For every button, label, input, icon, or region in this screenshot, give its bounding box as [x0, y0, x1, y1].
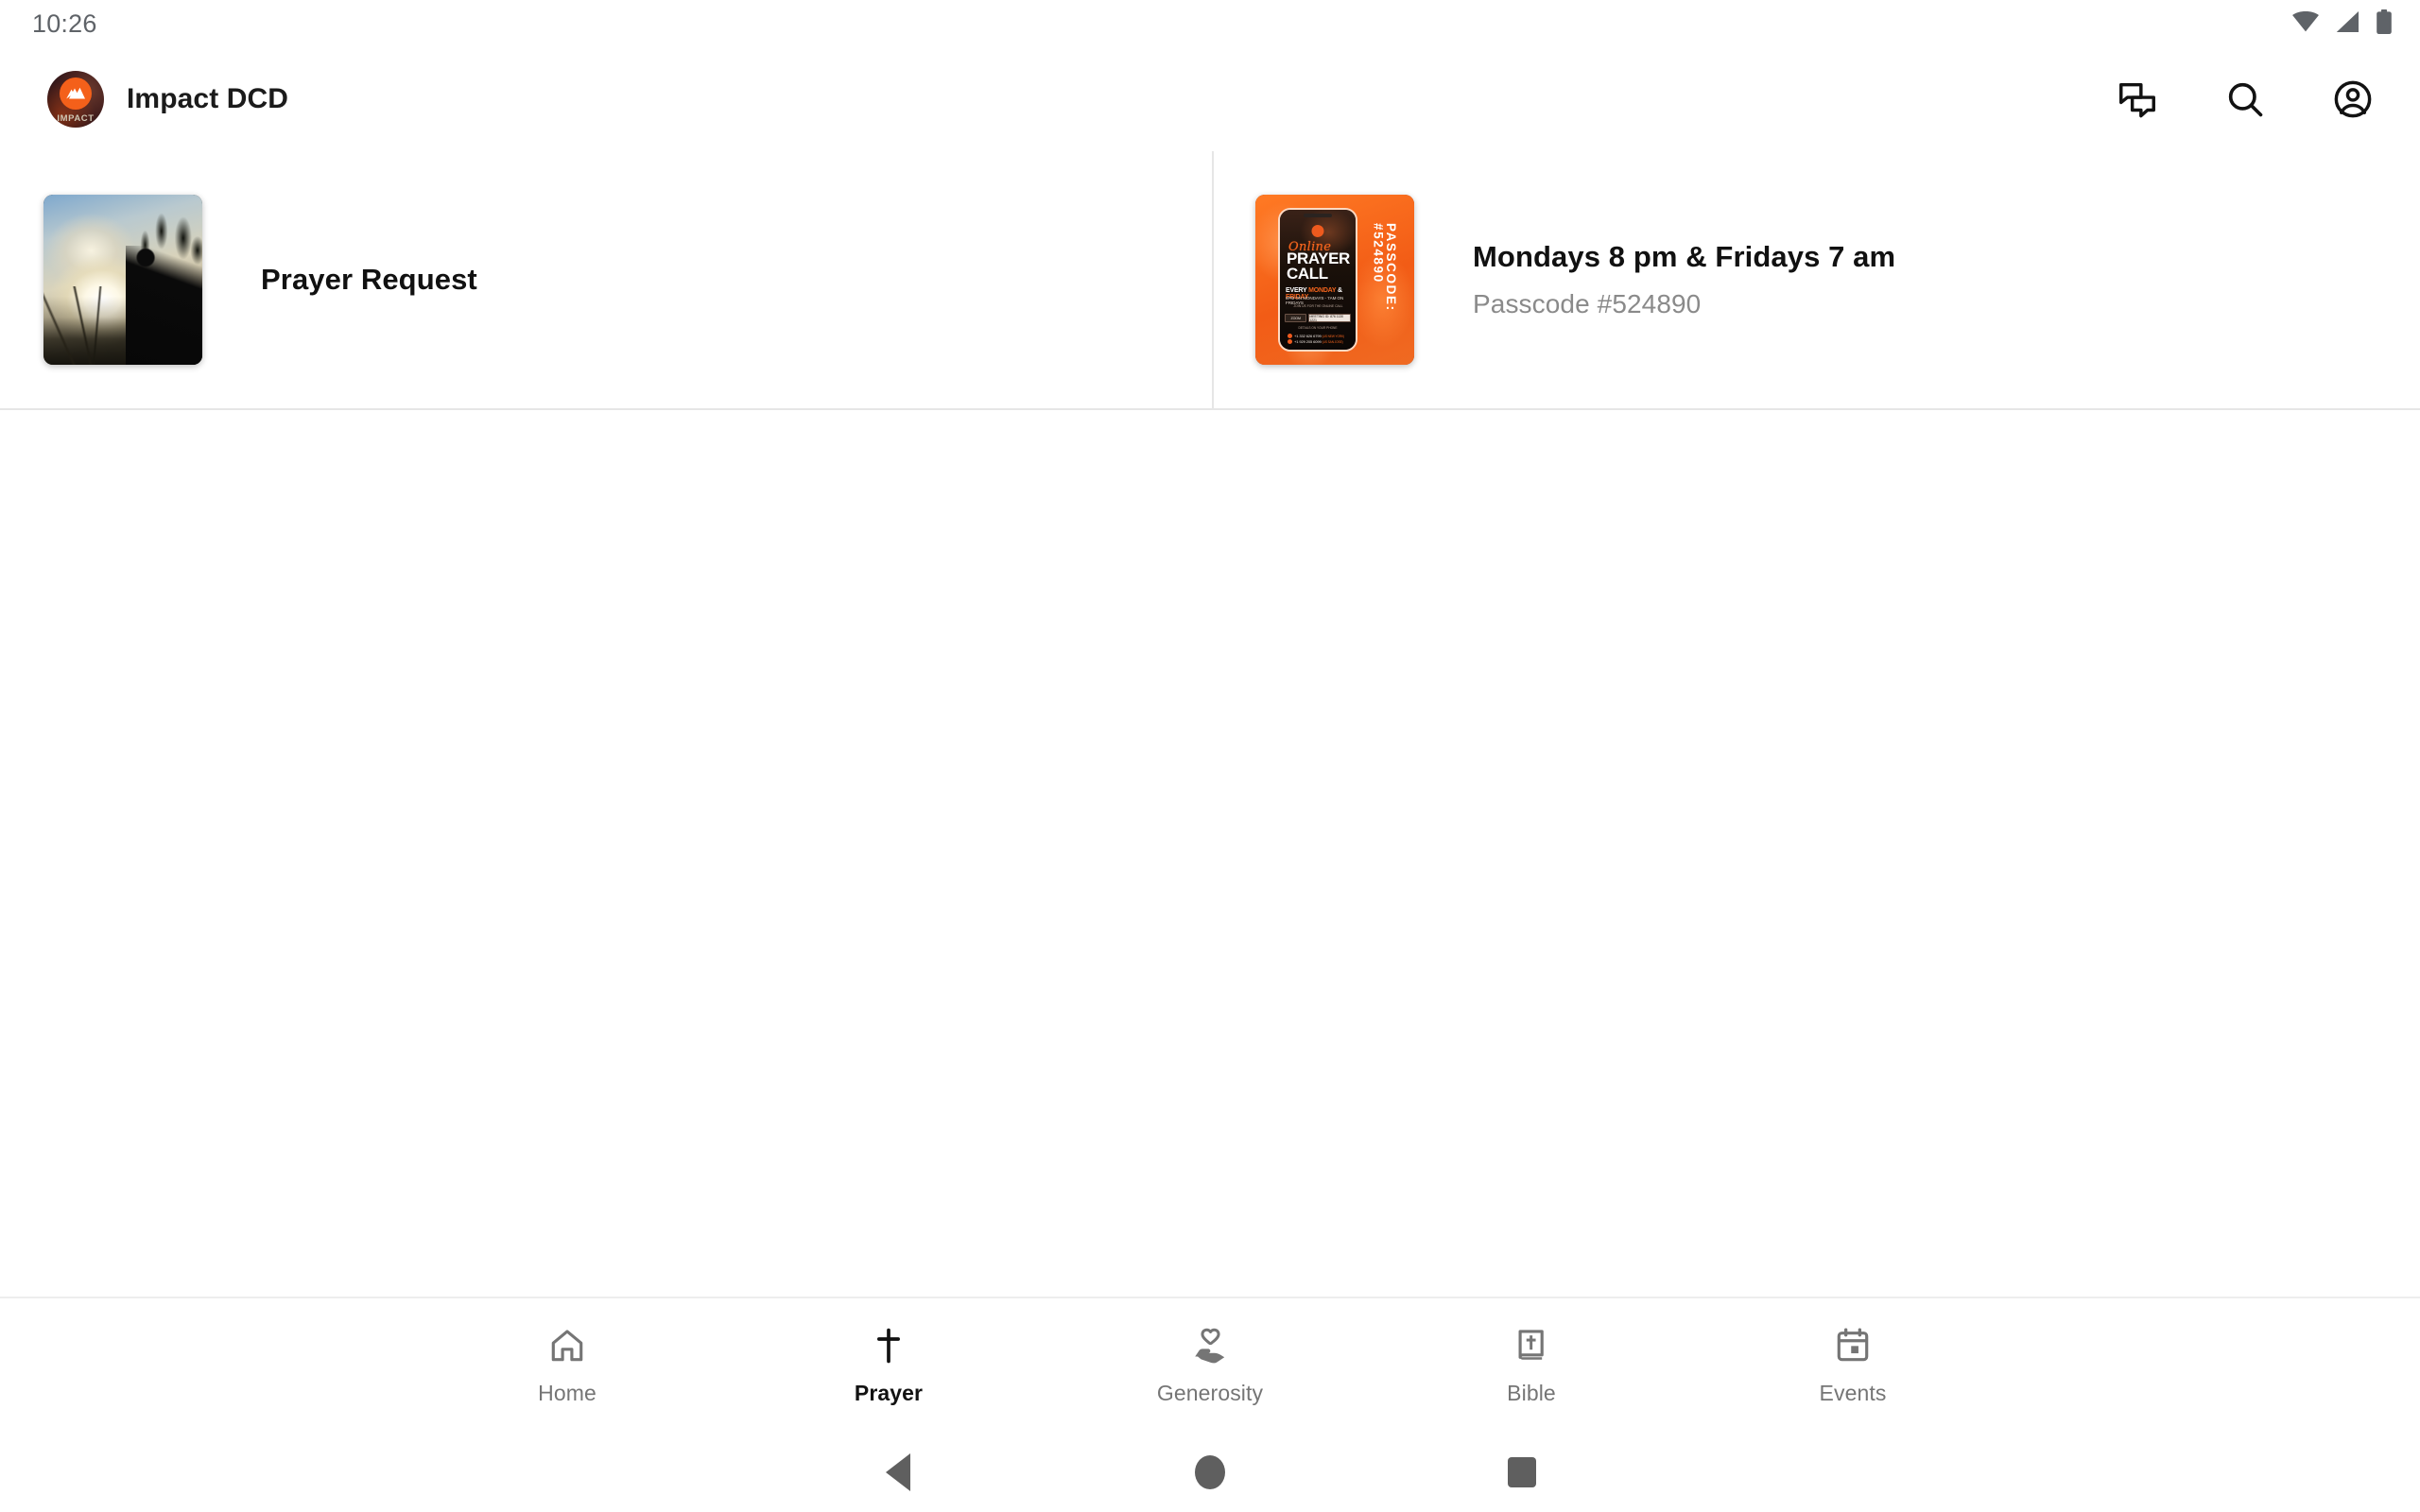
prayer-silhouette-photo [43, 195, 202, 365]
nav-label-bible: Bible [1507, 1380, 1556, 1405]
flyer-meeting-row: ZOOM MEETING ID: 876 1130 1221 [1285, 314, 1351, 322]
nav-label-events: Events [1819, 1380, 1887, 1405]
online-prayer-call-flyer: Online PRAYER CALL EVERY MONDAY & FRIDAY… [1255, 195, 1414, 365]
app-bar: IMPACT Impact DCD [0, 47, 2420, 151]
nav-label-generosity: Generosity [1156, 1380, 1264, 1405]
hand-heart-icon [1190, 1326, 1230, 1370]
app-bar-actions [2112, 74, 2378, 125]
flyer-divider-text: DETAILS ON YOUR PHONE [1298, 326, 1338, 330]
home-icon [547, 1326, 587, 1370]
search-icon[interactable] [2220, 74, 2271, 125]
flyer-chip-meeting-id: MEETING ID: 876 1130 1221 [1308, 314, 1351, 322]
home-button[interactable] [1054, 1433, 1366, 1512]
impact-logo-icon: IMPACT [47, 71, 104, 128]
content-area: Prayer Request Online PRAYER CALL EVERY … [0, 151, 2420, 410]
nav-item-bible[interactable]: Bible [1371, 1298, 1692, 1433]
battery-icon [2377, 9, 2392, 39]
status-bar-icons [2291, 9, 2392, 39]
prayer-call-card[interactable]: Online PRAYER CALL EVERY MONDAY & FRIDAY… [1212, 151, 2420, 408]
android-system-navigation [0, 1433, 2420, 1512]
prayer-call-text: Mondays 8 pm & Fridays 7 am Passcode #52… [1473, 240, 1895, 319]
recents-square-icon [1508, 1457, 1536, 1487]
prayer-request-card[interactable]: Prayer Request [0, 151, 1212, 408]
messages-icon[interactable] [2112, 74, 2163, 125]
prayer-call-title: Mondays 8 pm & Fridays 7 am [1473, 240, 1896, 273]
prayer-call-passcode: Passcode #524890 [1473, 289, 1702, 318]
home-circle-icon [1195, 1455, 1225, 1489]
back-triangle-icon [886, 1453, 910, 1491]
flyer-headline-2: CALL [1287, 265, 1328, 283]
calendar-icon [1833, 1326, 1873, 1370]
nav-item-home[interactable]: Home [406, 1298, 728, 1433]
flyer-subtext: JOIN US FOR THE ONLINE CALL [1293, 304, 1343, 308]
prayer-request-text: Prayer Request [261, 263, 477, 297]
wifi-icon [2291, 10, 2320, 37]
status-bar-time: 10:26 [32, 9, 97, 38]
logo-wordmark: IMPACT [57, 112, 95, 124]
recents-button[interactable] [1366, 1433, 1678, 1512]
app-brand: IMPACT Impact DCD [47, 71, 288, 128]
flyer-passcode-vertical: PASSCODE: #524890 [1371, 223, 1399, 312]
nav-label-home: Home [538, 1380, 596, 1405]
nav-item-prayer[interactable]: Prayer [728, 1298, 1049, 1433]
flyer-phone-numbers: +1 332 626 6799 (US NEW YORK) +1 929 205… [1288, 334, 1350, 345]
cellular-signal-icon [2335, 10, 2361, 37]
app-title: Impact DCD [127, 83, 289, 114]
back-button[interactable] [742, 1433, 1054, 1512]
impact-mountain-mark-icon [66, 87, 85, 99]
cross-icon [869, 1326, 908, 1370]
nav-label-prayer: Prayer [854, 1380, 924, 1405]
flyer-phone-mockup: Online PRAYER CALL EVERY MONDAY & FRIDAY… [1278, 208, 1357, 352]
status-bar: 10:26 [0, 0, 2420, 47]
account-icon[interactable] [2327, 74, 2378, 125]
flyer-logo-icon [1311, 225, 1324, 237]
bible-book-icon [1512, 1326, 1551, 1370]
prayer-request-title: Prayer Request [261, 263, 477, 296]
flyer-chip-zoom: ZOOM [1285, 314, 1307, 322]
nav-item-events[interactable]: Events [1692, 1298, 2014, 1433]
bottom-navigation-bar: Home Prayer Generosity Bible Events [0, 1297, 2420, 1433]
nav-item-generosity[interactable]: Generosity [1049, 1298, 1371, 1433]
